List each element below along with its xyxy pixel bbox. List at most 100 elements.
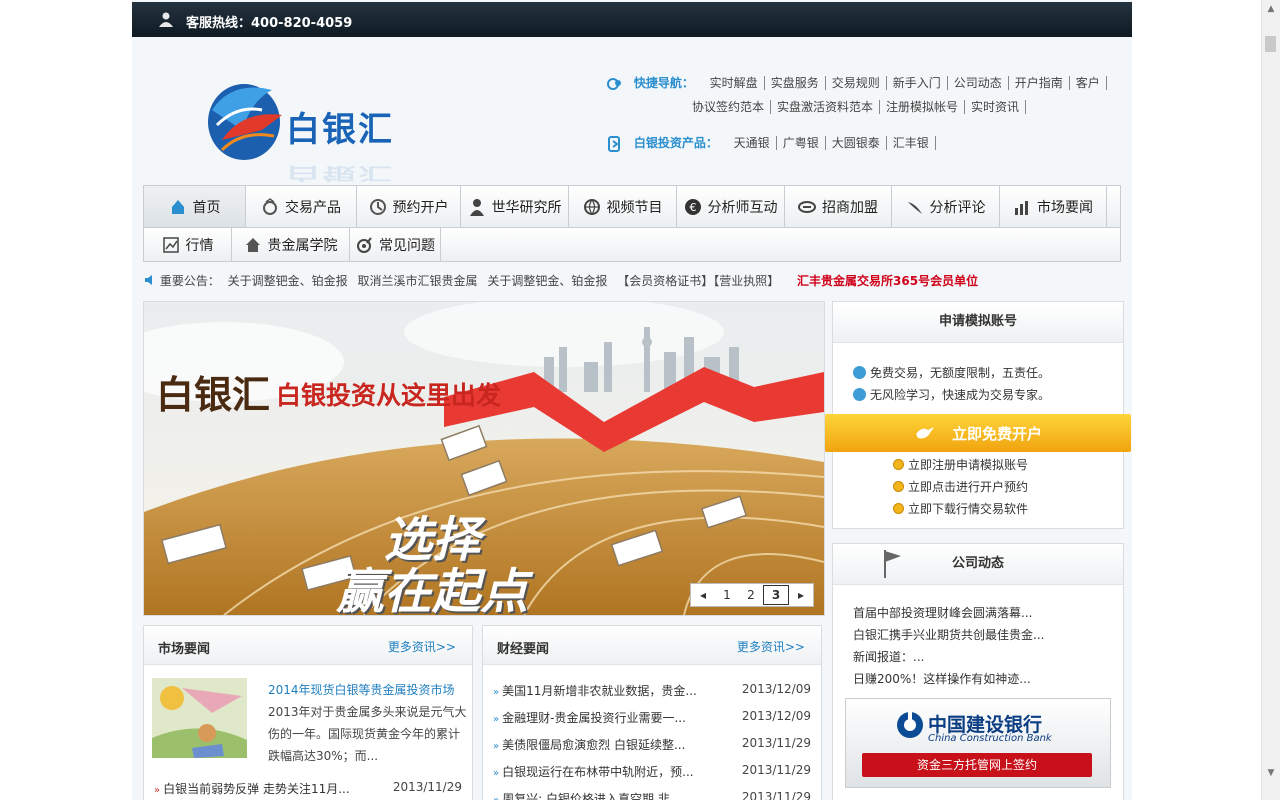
pager-page-2[interactable]: 2 (739, 585, 763, 605)
product-link-dayuan[interactable]: 大圆银泰 (825, 136, 887, 150)
finance-news-row[interactable]: » 美国11月新增非农就业数据，贵金... 2013/12/09 (493, 682, 811, 702)
flag-icon (884, 550, 901, 578)
logo-text: 白银汇 (286, 110, 394, 150)
products-label: 白银投资产品： (633, 136, 718, 150)
scroll-thumb[interactable] (1265, 36, 1276, 52)
register-demo-link[interactable]: 立即注册申请模拟账号 (893, 456, 1028, 473)
nav-faq[interactable]: 常见问题 (350, 228, 441, 261)
quick-link-trade-rules[interactable]: 交易规则 (825, 76, 887, 90)
finance-news-row[interactable]: » 美债限僵局愈演愈烈 白银延续整... 2013/11/29 (493, 736, 811, 756)
nav-academy[interactable]: 贵金属学院 (232, 228, 350, 261)
quick-link-beginner[interactable]: 新手入门 (886, 76, 948, 90)
finance-news-row[interactable]: » 金融理财-贵金属投资行业需要一... 2013/12/09 (493, 709, 811, 729)
quick-link-realtime-info[interactable]: 实时资讯 (965, 100, 1027, 114)
hotline-text: 客服热线：400-820-4059 (186, 16, 353, 31)
handshake-icon (798, 200, 816, 213)
double-arrow-icon: » (493, 795, 499, 800)
person-icon (469, 198, 484, 216)
product-icon (608, 135, 620, 152)
quick-link-register-demo[interactable]: 注册模拟帐号 (880, 100, 966, 114)
hero-banner[interactable]: 白银汇 白银投资从这里出发 选择 赢在起点 ◂ 1 2 3 ▸ (143, 301, 825, 616)
quick-link-live-analysis[interactable]: 实时解盘 (703, 76, 765, 90)
pager-page-1[interactable]: 1 (715, 585, 739, 605)
download-software-link[interactable]: 立即下载行情交易软件 (893, 500, 1028, 517)
scroll-down-button[interactable]: ▼ (1262, 764, 1280, 782)
products-row: 白银投资产品： 天通银 广粤银 大圆银泰 汇丰银 (606, 134, 936, 153)
speaker-icon (145, 275, 152, 285)
nav-analyst[interactable]: € 分析师互动 (677, 186, 785, 227)
nav-franchise[interactable]: 招商加盟 (785, 186, 892, 227)
nav-label: 市场要闻 (1037, 199, 1093, 216)
site-logo[interactable]: 白银汇 白银汇 (202, 70, 402, 183)
company-news-item[interactable]: 首届中部投资理财峰会圆满落幕... (853, 604, 1032, 621)
pager-page-3[interactable]: 3 (763, 585, 789, 605)
book-account-link[interactable]: 立即点击进行开户预约 (893, 478, 1028, 495)
product-link-tiantong[interactable]: 天通银 (727, 136, 777, 150)
product-link-huifeng[interactable]: 汇丰银 (886, 136, 936, 150)
nav-market-news[interactable]: 市场要闻 (1000, 186, 1107, 227)
euro-icon: € (684, 198, 701, 215)
market-news-title: 市场要闻 (158, 642, 211, 657)
nav-video[interactable]: 视频节目 (569, 186, 677, 227)
info-icon (853, 366, 866, 379)
pen-icon (907, 201, 922, 214)
demo-account-box: 申请模拟账号 免费交易，无额度限制，五责任。 无风险学习，快速成为交易专家。 立… (825, 301, 1131, 529)
banner-brand: 白银汇 (156, 372, 271, 417)
notice-item[interactable]: 取消兰溪市汇银贵金属 (358, 274, 478, 288)
market-news-more-link[interactable]: 更多资讯>> (388, 638, 456, 655)
news-date: 2013/11/29 (741, 790, 811, 800)
notice-item[interactable]: 关于调整钯金、铂金报 (228, 274, 348, 288)
double-arrow-icon: » (493, 687, 500, 698)
ccb-banner[interactable]: 中国建设银行 China Construction Bank 资金三方托管网上签… (845, 698, 1111, 788)
ring-icon (263, 197, 277, 215)
quick-link-customer[interactable]: 客户 (1069, 76, 1107, 90)
company-news-item[interactable]: 日赚200%！这样操作有如神迹... (853, 670, 1031, 687)
double-arrow-icon: » (493, 714, 500, 725)
banner-win: 赢在起点 (336, 564, 529, 616)
market-news-row[interactable]: » 白银当前弱势反弹 走势关注11月... 2013/11/29 (154, 780, 462, 800)
nav-label: 常见问题 (379, 237, 435, 254)
demo-box-title: 申请模拟账号 (833, 302, 1123, 343)
nav-quotes[interactable]: 行情 (144, 228, 232, 261)
ccb-sign-button[interactable]: 资金三方托管网上签约 (862, 753, 1092, 777)
notice-item[interactable]: 关于调整钯金、铂金报 (487, 274, 607, 288)
company-news-item[interactable]: 新闻报道：... (853, 648, 924, 665)
logo-emblem-icon (208, 84, 282, 160)
nav-home[interactable]: 首页 (144, 186, 246, 227)
quick-link-live-service[interactable]: 实盘服务 (764, 76, 826, 90)
ccb-logo-icon (897, 711, 923, 738)
market-news-panel: 市场要闻 更多资讯>> 2014年现货白银等贵金属投资市场 2013年对于贵金属… (143, 625, 473, 800)
news-thumbnail[interactable] (152, 678, 247, 758)
pager-next-button[interactable]: ▸ (789, 585, 813, 605)
nav-label: 分析评论 (929, 199, 986, 216)
finance-news-row[interactable]: »周复兴: 白银价格进入真空期 非...2013/11/29 (493, 790, 811, 800)
nav-products[interactable]: 交易产品 (246, 186, 357, 227)
feature-article-line: 跌幅高达30%；而... (268, 749, 379, 763)
chart-icon (162, 236, 179, 253)
notice-item[interactable]: 【会员资格证书】【营业执照】 (617, 274, 779, 288)
nav-research[interactable]: 世华研究所 (461, 186, 569, 227)
nav-commentary[interactable]: 分析评论 (892, 186, 1000, 227)
company-news-title: 公司动态 (833, 544, 1123, 585)
finance-news-row[interactable]: » 白银现运行在布林带中轨附近，预... 2013/11/29 (493, 763, 811, 783)
page-container: 客服热线：400-820-4059 白银汇 白银汇 快捷导航： 实时解盘 实盘服务… (132, 0, 1132, 800)
quick-link-activation[interactable]: 实盘激活资料范本 (771, 100, 881, 114)
scroll-up-button[interactable]: ▲ (1262, 0, 1280, 18)
home-icon (171, 199, 184, 214)
feature-article-title[interactable]: 2014年现货白银等贵金属投资市场 (268, 681, 455, 698)
feature-article-line: 2013年对于贵金属多头来说是元气大 (268, 705, 467, 719)
company-news-item[interactable]: 白银汇携手兴业期货共创最佳贵金... (853, 626, 1044, 643)
quick-link-account-guide[interactable]: 开户指南 (1008, 76, 1070, 90)
pager-prev-button[interactable]: ◂ (691, 585, 715, 605)
finance-news-more-link[interactable]: 更多资讯>> (737, 638, 805, 655)
nav-open-account[interactable]: 预约开户 (357, 186, 461, 227)
quick-link-agreement[interactable]: 协议签约范本 (686, 100, 772, 114)
quick-link-company-news[interactable]: 公司动态 (947, 76, 1009, 90)
product-link-guangyue[interactable]: 广粤银 (776, 136, 826, 150)
nav-label: 招商加盟 (822, 199, 878, 216)
open-account-button[interactable]: 立即免费开户 (825, 414, 1131, 452)
quick-nav-label: 快捷导航： (633, 76, 694, 90)
finance-news-panel: 财经要闻 更多资讯>> » 美国11月新增非农就业数据，贵金... 2013/12/… (482, 625, 822, 800)
house-icon (245, 237, 260, 252)
vertical-scrollbar[interactable]: ▲ ▼ (1261, 0, 1280, 800)
